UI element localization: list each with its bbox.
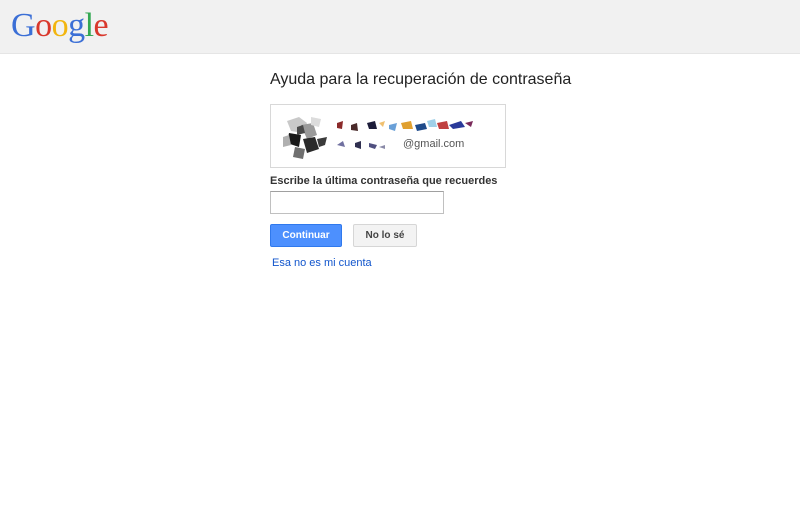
logo-letter: o	[35, 7, 52, 44]
continue-button[interactable]: Continuar	[270, 224, 342, 247]
password-input[interactable]	[270, 191, 444, 214]
page-title: Ayuda para la recuperación de contraseña	[270, 71, 572, 88]
not-my-account-link[interactable]: Esa no es mi cuenta	[272, 257, 372, 269]
google-logo[interactable]: Google	[11, 7, 109, 45]
email-domain: @gmail.com	[403, 138, 465, 150]
password-label: Escribe la última contraseña que recuerd…	[270, 175, 498, 187]
logo-letter: G	[11, 7, 36, 44]
google-logo-text: Google	[11, 7, 109, 45]
logo-letter: e	[93, 7, 109, 44]
logo-letter: o	[51, 7, 69, 44]
logo-letter: g	[68, 7, 85, 44]
logo-letter: l	[84, 7, 94, 44]
account-card: @gmail.com	[270, 104, 506, 168]
top-header: Google	[0, 0, 800, 54]
dont-know-button[interactable]: No lo sé	[353, 224, 417, 247]
redacted-avatar-icon	[283, 117, 327, 159]
